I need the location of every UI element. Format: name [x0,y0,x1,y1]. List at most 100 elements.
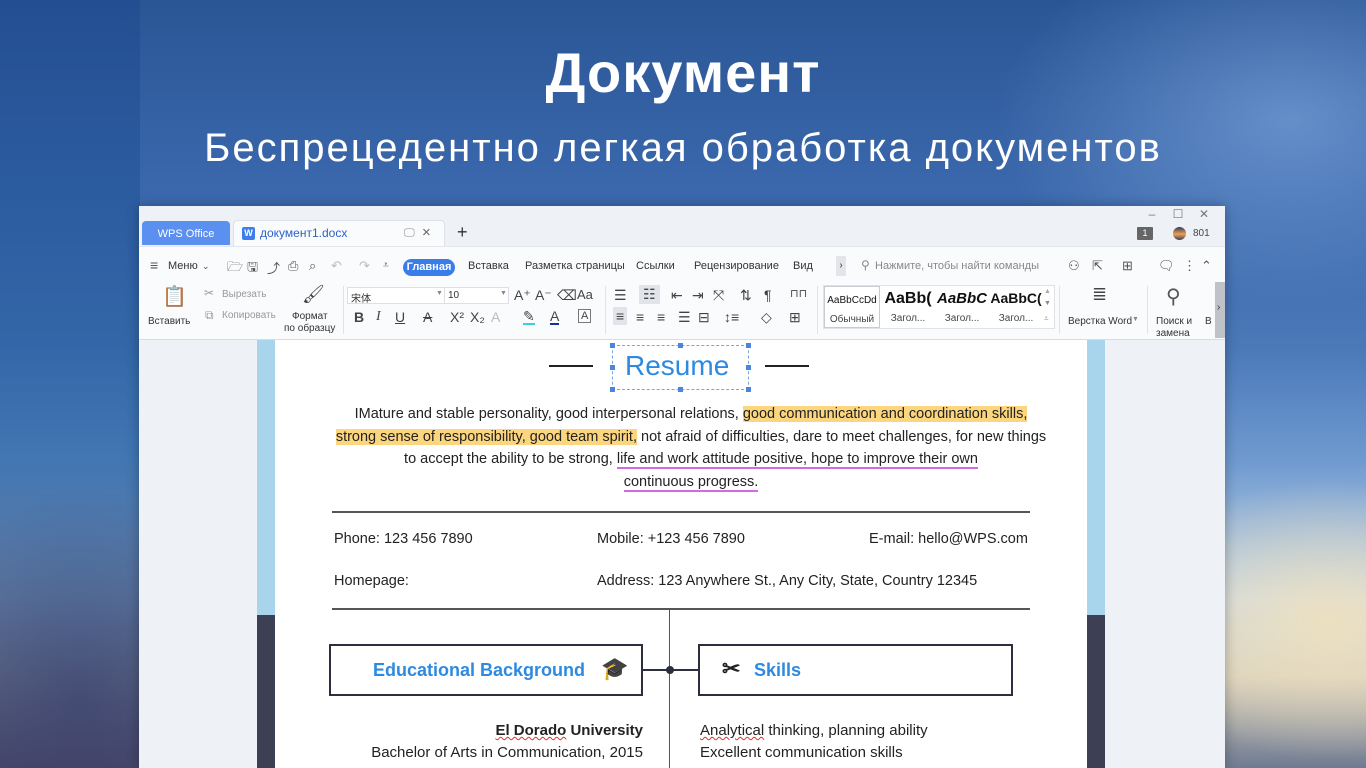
minimize-button[interactable]: – [1139,207,1165,221]
underline-icon[interactable]: U [395,309,405,325]
tab-references[interactable]: Ссылки [636,260,675,272]
format-painter-button[interactable]: Формат [292,311,328,322]
undo-icon[interactable]: ↶ [331,258,342,274]
font-size-field[interactable]: 10 [448,290,459,301]
tab-home[interactable]: Главная [403,259,455,276]
graduation-cap-icon: 🎓 [601,656,629,681]
close-tab-icon[interactable]: × [422,224,431,241]
style-heading-3[interactable]: AaBbC( Загол... [989,286,1043,328]
font-name-field[interactable]: 宋体 [351,290,371,305]
tab-page-layout[interactable]: Разметка страницы [525,260,625,272]
hamburger-icon[interactable]: ≡ [150,257,158,273]
resize-handle[interactable] [610,387,615,392]
maximize-button[interactable]: ☐ [1165,207,1191,221]
numbering-icon[interactable]: ☷ [639,285,660,304]
open-folder-icon[interactable]: 🗁 [227,258,243,280]
text-effect-icon[interactable]: A [491,309,500,325]
close-window-button[interactable]: ✕ [1191,207,1217,221]
more-ribbon-button[interactable]: В [1205,316,1212,327]
resize-handle[interactable] [678,387,683,392]
font-selector[interactable]: 宋体 ▼ 10 ▼ [347,287,509,305]
strikethrough-icon[interactable]: A [423,309,432,325]
gallery-scroll-down-icon[interactable]: ▼ [1044,300,1051,307]
find-replace-button[interactable]: Поиск и [1156,316,1192,327]
gallery-scroll-up-icon[interactable]: ▲ [1044,288,1051,295]
search-icon: ⚲ [861,258,870,272]
decrease-font-icon[interactable]: A⁻ [535,287,552,304]
menu-button[interactable]: Меню [168,260,198,272]
justify-icon[interactable]: ☰ [678,309,691,326]
sort-icon[interactable]: ⇅ [740,287,752,304]
share-icon[interactable]: ⇱ [1092,258,1103,274]
export-icon[interactable]: ⤴ [267,258,280,277]
distribute-icon[interactable]: ⊟ [698,309,710,326]
align-center-icon[interactable]: ≡ [636,309,644,325]
style-normal[interactable]: AaBbCcDd Обычный [824,286,880,328]
document-page[interactable]: Resume IMature and stable personality, g… [257,340,1105,768]
resize-handle[interactable] [610,343,615,348]
borders-icon[interactable]: ⊞ [789,309,801,326]
print-icon[interactable]: ⎙ [288,258,298,274]
bold-icon[interactable]: B [354,309,364,325]
shading-icon[interactable]: ◇ [761,309,772,326]
paste-button[interactable]: Вставить [148,316,190,327]
avatar[interactable] [1173,227,1186,240]
char-border-icon[interactable]: A [578,309,592,323]
redo-icon[interactable]: ↷ [359,258,370,274]
superscript-icon[interactable]: X² [450,309,464,325]
change-case-icon[interactable]: Aa [577,287,593,302]
tab-review[interactable]: Рецензирование [694,260,779,272]
more-options-icon[interactable]: ⋮ [1183,258,1196,274]
resize-handle[interactable] [746,387,751,392]
gallery-expand-icon[interactable]: ⩡ [1044,314,1049,324]
clear-format-icon[interactable]: ⌫ [557,287,577,304]
tab-view[interactable]: Вид [793,260,813,272]
bullets-icon[interactable]: ☰ [614,287,627,304]
comment-icon[interactable]: 🗨 [1158,258,1175,274]
italic-icon[interactable]: I [376,309,381,325]
command-search-input[interactable]: Нажмите, чтобы найти команды [875,260,1039,272]
font-color-icon[interactable]: A [550,309,560,325]
save-icon[interactable]: 🖫 [247,258,258,280]
align-right-icon[interactable]: ≡ [657,309,665,325]
page-count-badge[interactable]: 1 [1137,227,1153,240]
resize-handle[interactable] [610,365,615,370]
resize-handle[interactable] [746,343,751,348]
style-heading-2[interactable]: AaBbC Загол... [935,286,989,328]
cut-button[interactable]: Вырезать [222,289,266,300]
ribbon-tabs-scroll-right[interactable]: › [836,256,846,276]
increase-indent-icon[interactable]: ⇥ [692,287,704,304]
monitor-icon[interactable]: 🖵 [404,227,415,240]
word-layout-button[interactable]: Верстка Word [1068,316,1132,327]
quick-access-dropdown-icon[interactable]: ⩡ [383,260,389,271]
tab-document[interactable]: W документ1.docx 🖵 × [233,220,445,246]
align-left-icon[interactable]: ≡ [613,307,628,325]
font-name-dropdown-icon[interactable]: ▼ [436,290,443,297]
ribbon-scroll-right[interactable]: › [1215,282,1225,338]
style-heading-1[interactable]: AaBb( Загол... [881,286,935,328]
line-spacing-icon[interactable]: ↕≡ [724,309,739,325]
word-layout-icon[interactable]: ≣ [1092,284,1107,305]
resize-handle[interactable] [678,343,683,348]
tab-wps-office-home[interactable]: WPS Office [142,221,230,245]
find-replace-icon[interactable]: ⚲ [1166,284,1181,309]
font-size-dropdown-icon[interactable]: ▼ [500,290,507,297]
new-tab-button[interactable]: + [457,222,468,243]
highlight-icon[interactable]: ✎ [523,309,535,325]
tools-icon[interactable]: ⊞ [1122,258,1133,274]
chevron-down-icon[interactable]: ⌄ [202,261,210,272]
collapse-ribbon-icon[interactable]: ⌃ [1201,258,1212,274]
share-user-icon[interactable]: ⚇ [1068,258,1080,274]
print-preview-icon[interactable]: ⌕ [309,258,316,274]
tab-ruler-icon[interactable]: ⊓⊓ [790,287,807,300]
increase-font-icon[interactable]: A⁺ [514,287,531,304]
decrease-indent-icon[interactable]: ⇤ [671,287,683,304]
resize-handle[interactable] [746,365,751,370]
chinese-layout-icon[interactable]: ⤧ [713,287,724,304]
copy-button[interactable]: Копировать [222,310,276,321]
subscript-icon[interactable]: X₂ [470,309,485,325]
format-painter-icon[interactable]: 🖌 [302,284,325,305]
paragraph-mark-icon[interactable]: ¶ [764,287,772,303]
tab-insert[interactable]: Вставка [468,260,509,272]
paste-icon[interactable]: 📋 [162,284,187,309]
